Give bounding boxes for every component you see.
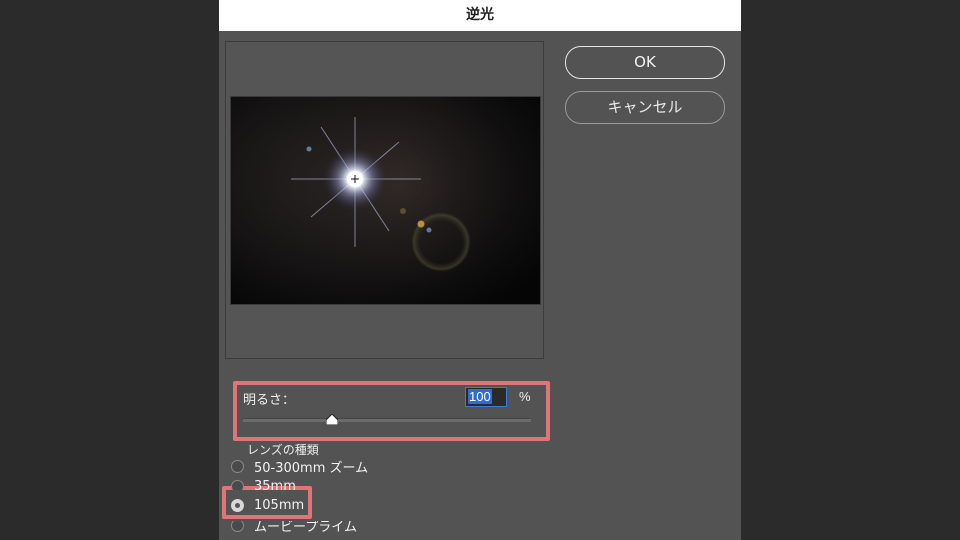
lens-option-50-300mm[interactable]: 50-300mm ズーム [231,457,369,476]
brightness-input[interactable]: 100 [465,387,507,407]
lens-option-label: 50-300mm ズーム [254,460,369,476]
preview-frame [225,41,544,359]
percent-unit: % [519,389,531,404]
brightness-slider-thumb[interactable] [326,414,339,425]
brightness-slider-track[interactable] [243,418,531,422]
lens-option-105mm[interactable]: 105mm [231,496,304,514]
dialog-title: 逆光 [219,0,741,31]
brightness-label: 明るさ： [243,393,296,408]
radio-button-selected[interactable] [231,498,244,512]
lens-type-heading: レンズの種類 [247,443,319,457]
ok-button[interactable]: OK [565,46,725,79]
lens-flare-dialog: 逆光 OK キャンセル 明るさ： 100 % レンズの種類 50-300mm ズ… [219,0,741,540]
lens-option-label: 105mm [254,497,305,513]
cancel-button[interactable]: キャンセル [565,91,725,124]
brightness-value: 100 [468,389,492,404]
radio-button[interactable] [231,459,244,473]
flare-preview-image[interactable] [230,96,541,305]
radio-button[interactable] [231,521,244,532]
